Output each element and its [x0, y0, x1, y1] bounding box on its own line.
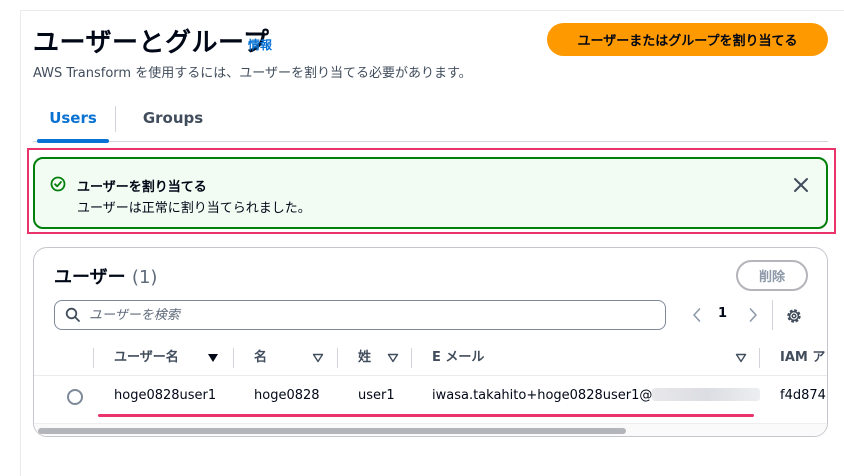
column-separator [233, 348, 234, 368]
cell-last-name: user1 [358, 388, 395, 403]
users-count: (1) [131, 267, 158, 288]
page-description: AWS Transform を使用するには、ユーザーを割り当てる必要があります。 [33, 66, 472, 81]
column-header-iam-id[interactable]: IAM ア [780, 346, 825, 370]
sort-descending-icon[interactable] [207, 353, 219, 363]
users-table-container: ユーザー (1) 削除 1 ユーザー名 名 姓 E メール IAM ア [33, 247, 828, 437]
sort-icon[interactable] [312, 353, 324, 363]
cell-email: iwasa.takahito+hoge0828user1@ [432, 386, 761, 406]
users-table-title-text: ユーザー [54, 267, 126, 288]
column-header-email[interactable]: E メール [432, 346, 484, 370]
chevron-left-icon[interactable] [690, 306, 704, 324]
cell-username: hoge0828user1 [114, 388, 217, 403]
sort-icon[interactable] [387, 353, 399, 363]
redacted-email-domain [652, 388, 761, 401]
column-header-first-name[interactable]: 名 [254, 346, 267, 370]
pagination-divider [772, 300, 773, 330]
chevron-right-icon[interactable] [746, 306, 760, 324]
search-input[interactable] [89, 305, 649, 325]
page-title: ユーザーとグループ [33, 28, 270, 58]
tab-users[interactable]: Users [33, 100, 113, 143]
row-select-radio[interactable] [67, 389, 83, 405]
sort-icon[interactable] [735, 353, 747, 363]
flash-message-text: ユーザーは正常に割り当てられました。 [77, 201, 311, 216]
check-circle-icon [50, 176, 66, 192]
scrollbar-thumb[interactable] [38, 428, 626, 434]
pagination-current-page[interactable]: 1 [718, 306, 727, 321]
column-header-username[interactable]: ユーザー名 [114, 346, 179, 370]
column-separator [411, 348, 412, 368]
column-header-last-name[interactable]: 姓 [358, 346, 371, 370]
column-separator [759, 348, 760, 368]
success-flash-message: ユーザーを割り当てる ユーザーは正常に割り当てられました。 [33, 157, 828, 229]
cell-first-name: hoge0828 [254, 388, 320, 403]
info-link[interactable]: 情報 [248, 36, 272, 53]
tab-list: Users Groups [33, 100, 828, 143]
horizontal-scrollbar[interactable] [34, 423, 827, 436]
users-table-title: ユーザー (1) [54, 263, 157, 289]
cell-email-text: iwasa.takahito+hoge0828user1@ [432, 388, 653, 403]
tab-divider [115, 106, 116, 132]
search-icon [65, 307, 80, 322]
gear-icon[interactable] [785, 307, 803, 325]
delete-button[interactable]: 削除 [736, 260, 808, 291]
close-icon[interactable] [791, 175, 811, 195]
table-header-divider [34, 375, 827, 376]
column-separator [93, 348, 94, 368]
column-separator [337, 348, 338, 368]
annotation-underline [98, 414, 754, 417]
cell-iam-id: f4d874 [780, 388, 826, 403]
tab-groups[interactable]: Groups [123, 100, 223, 142]
flash-title: ユーザーを割り当てる [77, 180, 207, 195]
search-field[interactable] [54, 300, 666, 330]
assign-users-or-groups-button[interactable]: ユーザーまたはグループを割り当てる [547, 23, 828, 56]
